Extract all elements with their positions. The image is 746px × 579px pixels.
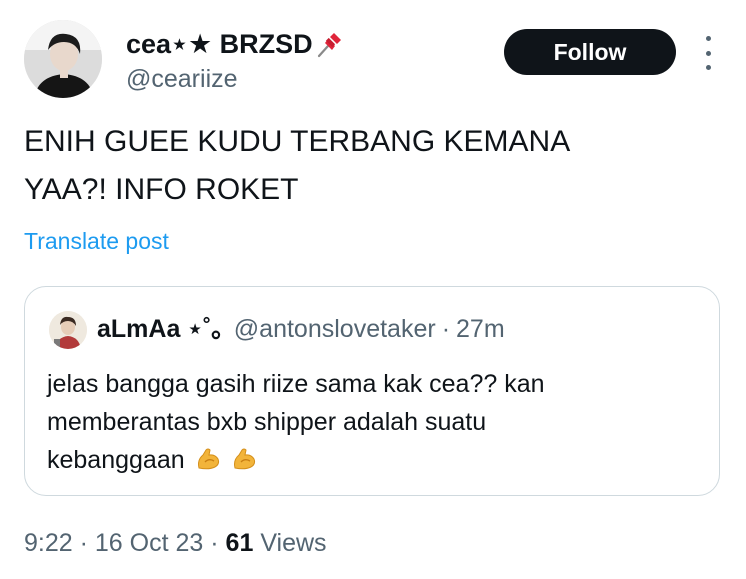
separator-dot: · xyxy=(441,315,451,343)
quoted-post-card[interactable]: aLmAa ⋆˚｡ @antonslovetaker · 27m jelas b… xyxy=(24,286,720,496)
avatar-photo xyxy=(24,20,102,98)
author-handle[interactable]: @ceariize xyxy=(126,64,238,94)
quoted-display-name[interactable]: aLmAa ⋆˚｡ xyxy=(97,313,224,345)
quoted-handle[interactable]: @antonslovetaker xyxy=(234,313,436,345)
separator-dot: · xyxy=(79,529,88,557)
author-name-row[interactable]: cea⋆★ BRZSD xyxy=(126,28,345,60)
tweet-text-line: ENIH GUEE KUDU TERBANG KEMANA xyxy=(24,125,571,158)
quoted-text-line: memberantas bxb shipper adalah suatu xyxy=(47,408,487,436)
more-vertical-icon[interactable] xyxy=(696,36,720,70)
separator-dot: · xyxy=(210,529,219,557)
follow-button[interactable]: Follow xyxy=(504,29,676,75)
flexed-biceps-icon xyxy=(195,445,221,471)
quoted-text-line-last: kebanggaan xyxy=(47,441,707,479)
author-display-name[interactable]: cea⋆★ BRZSD xyxy=(126,28,313,60)
tweet-text-line: YAA?! INFO ROKET xyxy=(24,173,299,206)
tweet-text: ENIH GUEE KUDU TERBANG KEMANA YAA?! INFO… xyxy=(24,118,724,214)
views-count[interactable]: 61 xyxy=(226,529,254,557)
quoted-author-avatar[interactable] xyxy=(49,311,87,349)
translate-post-link[interactable]: Translate post xyxy=(24,227,169,255)
flexed-biceps-icon xyxy=(231,445,257,471)
views-label[interactable]: Views xyxy=(260,529,326,557)
quoted-avatar-photo xyxy=(49,311,87,349)
quoted-text-line: jelas bangga gasih riize sama kak cea?? … xyxy=(47,370,545,398)
pushpin-icon xyxy=(315,29,345,59)
author-avatar[interactable] xyxy=(24,20,102,98)
quoted-timestamp[interactable]: 27m xyxy=(456,313,505,345)
post-date[interactable]: 16 Oct 23 xyxy=(95,529,203,557)
post-time[interactable]: 9:22 xyxy=(24,529,73,557)
quoted-text: jelas bangga gasih riize sama kak cea?? … xyxy=(47,365,707,479)
post-meta: 9:22 · 16 Oct 23 · 61 Views xyxy=(24,526,327,560)
quoted-header: aLmAa ⋆˚｡ @antonslovetaker · 27m xyxy=(97,313,505,345)
quoted-text-line: kebanggaan xyxy=(47,446,185,474)
